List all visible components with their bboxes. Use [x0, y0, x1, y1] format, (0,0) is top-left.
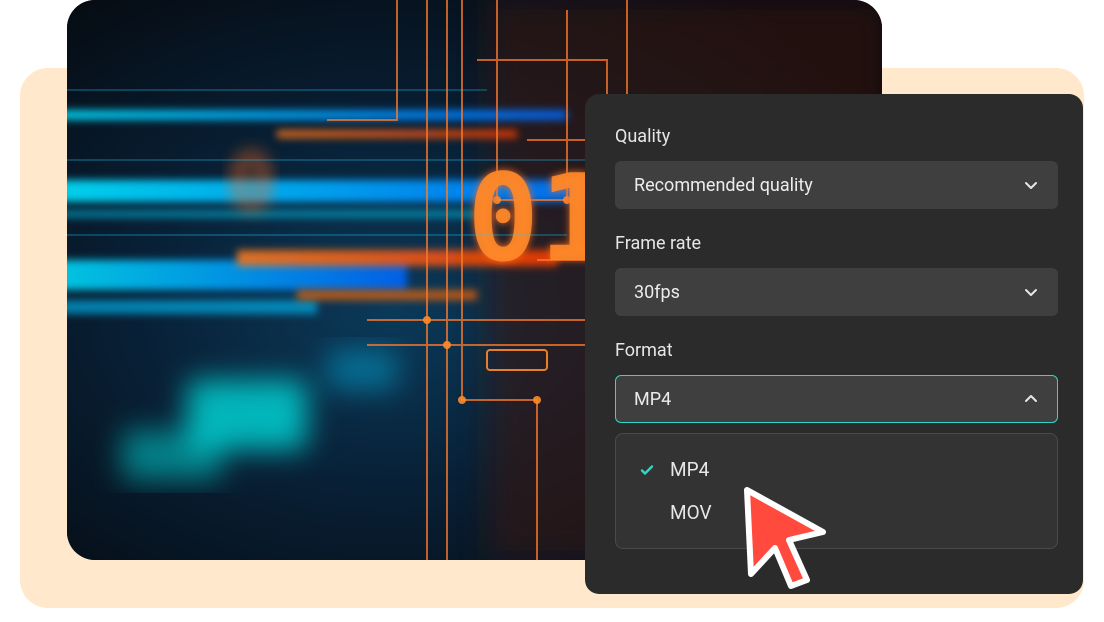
format-label: Format [615, 340, 1053, 361]
format-option-label: MOV [670, 501, 712, 524]
quality-value: Recommended quality [634, 175, 813, 196]
format-value: MP4 [634, 389, 671, 410]
chevron-down-icon [1023, 284, 1039, 300]
export-panel: Quality Recommended quality Frame rate 3… [585, 94, 1083, 594]
framerate-label: Frame rate [615, 233, 1053, 254]
check-icon [638, 461, 656, 479]
chevron-down-icon [1023, 177, 1039, 193]
stage: 01 01 0 Original Quality Recommended qua… [0, 0, 1104, 622]
format-option-label: MP4 [670, 458, 709, 481]
format-option-mov[interactable]: MOV [616, 491, 1057, 534]
quality-select[interactable]: Recommended quality [615, 161, 1058, 209]
format-option-mp4[interactable]: MP4 [616, 448, 1057, 491]
format-select[interactable]: MP4 [615, 375, 1058, 423]
chevron-up-icon [1023, 391, 1039, 407]
check-placeholder [638, 504, 656, 522]
format-dropdown: MP4 MOV [615, 433, 1058, 549]
framerate-value: 30fps [634, 282, 680, 303]
svg-text:0: 0 [227, 136, 275, 229]
quality-label: Quality [615, 126, 1053, 147]
framerate-select[interactable]: 30fps [615, 268, 1058, 316]
